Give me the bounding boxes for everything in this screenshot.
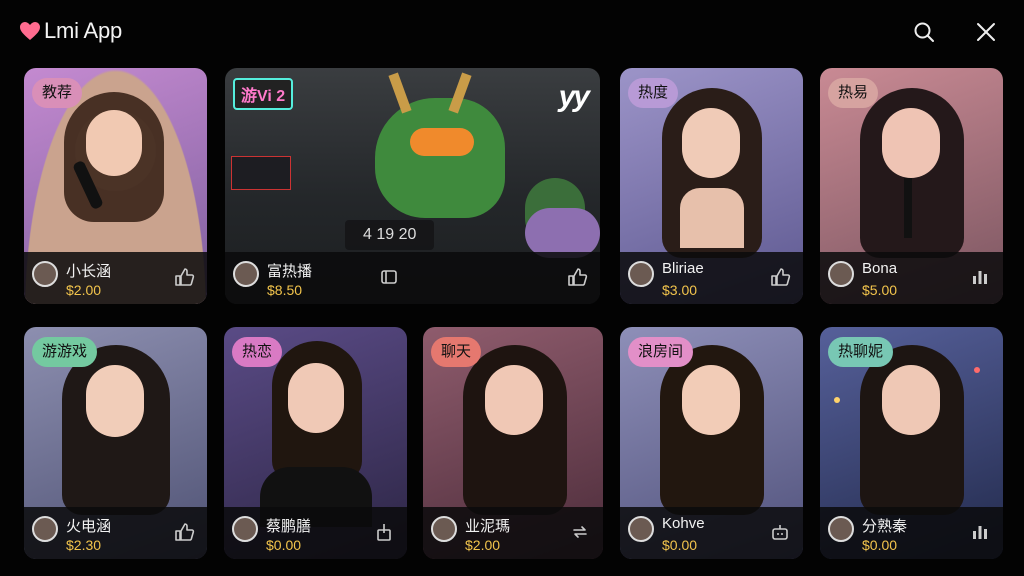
price-label: $5.00	[862, 282, 898, 298]
game-badge: 游Vi 2	[233, 78, 294, 110]
stats-button[interactable]	[969, 521, 991, 543]
avatar	[628, 261, 654, 287]
streamer-name: 小长涵	[66, 263, 112, 280]
card-info-bar: Bona $5.00	[820, 252, 1003, 304]
card-info-bar: Kohve $0.00	[620, 507, 803, 559]
avatar	[32, 261, 58, 287]
price-label: $0.00	[862, 537, 898, 553]
stream-card[interactable]: 聊天 业泥瑪 $2.00	[423, 327, 603, 559]
stream-card[interactable]: 热聊妮 分熟秦 $0.00	[820, 327, 1003, 559]
app-title: Lmi App	[44, 18, 123, 43]
card-info-bar: 小长涵 $2.00	[24, 252, 207, 304]
thumbs-up-icon	[568, 268, 588, 286]
streamer-name: 分熟秦	[862, 518, 908, 535]
thumbs-up-icon	[175, 523, 195, 541]
mini-preview	[231, 156, 291, 190]
price-label: $3.00	[662, 282, 698, 298]
like-button[interactable]	[173, 266, 195, 288]
stream-card[interactable]: 教荐 小长涵 $2.00	[24, 68, 207, 304]
square-button[interactable]	[378, 266, 400, 288]
avatar	[32, 516, 58, 542]
price-label: $2.30	[66, 537, 102, 553]
chart-icon	[973, 526, 987, 539]
category-tag: 浪房间	[628, 337, 694, 367]
avatar	[628, 516, 654, 542]
like-button[interactable]	[173, 521, 195, 543]
card-info-bar: Bliriae $3.00	[620, 252, 803, 304]
streamer-name: 蔡鹏膳	[266, 518, 312, 535]
search-button[interactable]	[910, 18, 938, 46]
card-info-bar: 蔡鹏膳 $0.00	[224, 507, 407, 559]
streamer-name: Kohve	[662, 515, 705, 532]
share-button[interactable]	[569, 521, 591, 543]
streamer-name: 富热播	[267, 263, 313, 280]
category-tag: 教荐	[32, 78, 83, 108]
card-info-bar: 业泥瑪 $2.00	[423, 507, 603, 559]
price-label: $2.00	[66, 282, 102, 298]
thumbs-up-icon	[771, 268, 791, 286]
thumbs-up-icon	[175, 268, 195, 286]
card-info-bar: 火电涵 $2.30	[24, 507, 207, 559]
category-tag: 聊天	[431, 337, 482, 367]
stream-card[interactable]: 游游戏 火电涵 $2.30	[24, 327, 207, 559]
stream-card[interactable]: 热易 Bona $5.00	[820, 68, 1003, 304]
top-bar: Lmi App	[0, 0, 1024, 64]
streamer-name: Bona	[862, 260, 898, 277]
like-button[interactable]	[769, 266, 791, 288]
stream-card[interactable]: 热恋 蔡鹏膳 $0.00	[224, 327, 407, 559]
cup-icon	[772, 525, 788, 540]
streamer-name: 火电涵	[66, 518, 112, 535]
avatar	[431, 516, 457, 542]
search-icon	[914, 22, 934, 42]
square-icon	[381, 270, 397, 284]
avatar	[232, 516, 258, 542]
game-stream-card[interactable]: 4 19 20 游Vi 2 yy 富热播 $8.50	[225, 68, 600, 304]
bar-icon	[377, 524, 391, 541]
price-label: $0.00	[662, 537, 698, 553]
stream-card[interactable]: 浪房间 Kohve $0.00	[620, 327, 803, 559]
category-tag: 热度	[628, 78, 679, 108]
chart-icon	[973, 271, 987, 284]
price-label: $0.00	[266, 537, 302, 553]
price-label: $8.50	[267, 282, 303, 298]
category-tag: 游游戏	[32, 337, 98, 367]
repeat-icon	[573, 526, 587, 538]
avatar	[828, 516, 854, 542]
close-button[interactable]	[972, 18, 1000, 46]
score-display: 4 19 20	[345, 220, 435, 250]
heart-icon	[20, 22, 40, 40]
gift-button[interactable]	[769, 521, 791, 543]
avatar	[828, 261, 854, 287]
card-info-bar: 富热播 $8.50	[225, 252, 600, 304]
like-button[interactable]	[566, 266, 588, 288]
streamer-name: Bliriae	[662, 260, 704, 277]
card-info-bar: 分熟秦 $0.00	[820, 507, 1003, 559]
category-tag: 热恋	[232, 337, 283, 367]
close-icon	[977, 23, 995, 41]
app-logo: Lmi App	[18, 18, 122, 44]
stats-button[interactable]	[969, 266, 991, 288]
price-label: $2.00	[465, 537, 501, 553]
stats-button[interactable]	[373, 521, 395, 543]
streamer-name: 业泥瑪	[465, 518, 511, 535]
category-tag: 热聊妮	[828, 337, 894, 367]
category-tag: 热易	[828, 78, 879, 108]
stream-card[interactable]: 热度 Bliriae $3.00	[620, 68, 803, 304]
avatar	[233, 261, 259, 287]
game-logo: yy	[558, 80, 590, 113]
